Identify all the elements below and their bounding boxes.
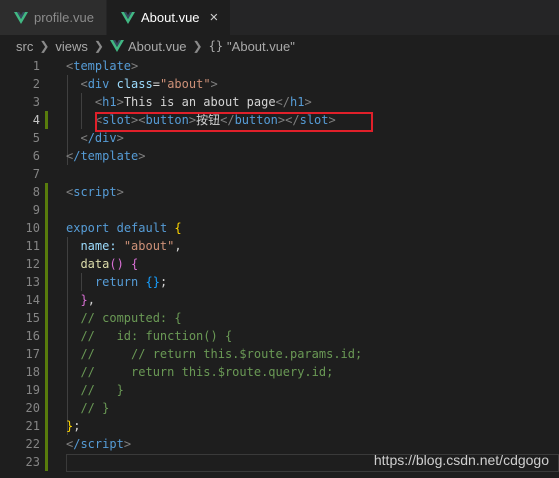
- chevron-right-icon: ❯: [39, 39, 50, 53]
- code-line: <h1>This is an about page</h1>: [94, 95, 312, 109]
- code-line: // }: [80, 401, 110, 415]
- line-number: 7: [32, 167, 40, 181]
- code-line: <template>: [66, 59, 139, 73]
- code-line: // return this.$route.query.id;: [80, 365, 334, 379]
- code-line: // id: function() {: [80, 329, 233, 343]
- code-line: </script>: [66, 437, 132, 451]
- breadcrumb-src[interactable]: src: [16, 39, 33, 54]
- tab-profile-vue[interactable]: profile.vue: [0, 0, 107, 35]
- breadcrumb-symbol[interactable]: "About.vue": [227, 39, 295, 54]
- red-highlight-box: [95, 112, 373, 132]
- vue-file-icon: [120, 11, 135, 24]
- code-line: // }: [80, 383, 124, 397]
- code-line: return {};: [94, 275, 168, 289]
- code-line: // // return this.$route.params.id;: [80, 347, 363, 361]
- line-number: 23: [25, 455, 40, 469]
- code-line: name: "about",: [80, 239, 182, 253]
- chevron-right-icon: ❯: [93, 39, 104, 53]
- close-icon[interactable]: ×: [210, 10, 219, 25]
- code-line: <script>: [66, 185, 124, 199]
- code-editor[interactable]: 1 2 3 4 5 6 7 8 9 10 11 12 13 14 15 16 1…: [0, 57, 559, 478]
- code-line: <div class="about">: [80, 77, 218, 91]
- code-line: export default {: [66, 221, 182, 235]
- tab-bar: profile.vue About.vue ×: [0, 0, 559, 35]
- tab-label: About.vue: [140, 10, 200, 25]
- chevron-right-icon: ❯: [192, 39, 203, 53]
- breadcrumb-views[interactable]: views: [55, 39, 88, 54]
- vue-file-icon: [109, 40, 124, 52]
- code-line: },: [80, 293, 95, 307]
- breadcrumb-file[interactable]: About.vue: [128, 39, 187, 54]
- line-number: 9: [32, 203, 40, 217]
- watermark: https://blog.csdn.net/cdgogo: [373, 452, 549, 468]
- code-line: // computed: {: [80, 311, 182, 325]
- code-line: </template>: [66, 149, 146, 163]
- code-line: };: [66, 419, 81, 433]
- symbol-braces-icon: {}: [208, 39, 224, 53]
- breadcrumb: src ❯ views ❯ About.vue ❯ {} "About.vue": [0, 35, 559, 57]
- vue-file-icon: [14, 11, 28, 24]
- tab-about-vue[interactable]: About.vue ×: [106, 0, 232, 35]
- tab-label: profile.vue: [34, 10, 94, 25]
- code-line: data() {: [80, 257, 139, 271]
